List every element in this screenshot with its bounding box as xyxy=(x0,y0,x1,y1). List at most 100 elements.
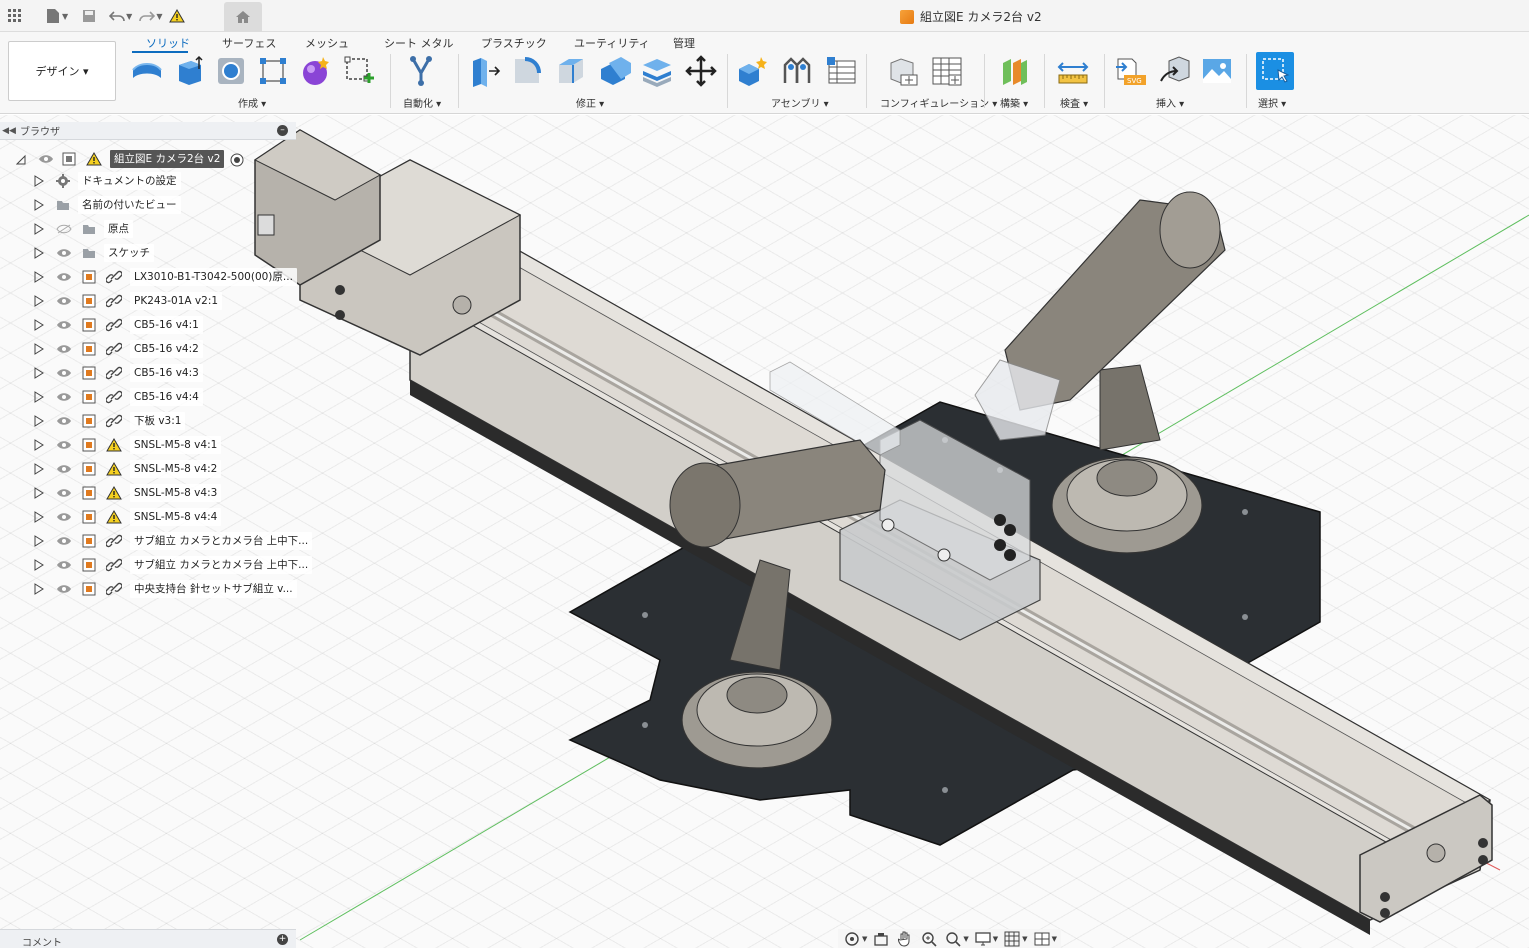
insert-derive-icon[interactable] xyxy=(1158,54,1192,88)
home-tab[interactable] xyxy=(224,2,262,32)
tree-row[interactable]: CB5-16 v4:2 xyxy=(0,338,300,360)
save-icon[interactable] xyxy=(78,5,100,27)
press-pull-icon[interactable] xyxy=(468,54,502,88)
expand-arrow-icon[interactable] xyxy=(34,415,44,427)
canvas-image-icon[interactable] xyxy=(1200,54,1234,88)
tree-row[interactable]: 原点 xyxy=(0,218,300,240)
camera-arm-rear[interactable] xyxy=(1099,364,1161,451)
construct-group-label[interactable]: 構築 ▾ xyxy=(1000,95,1028,110)
expand-arrow-icon[interactable] xyxy=(34,391,44,403)
visibility-eye-icon[interactable] xyxy=(56,296,72,306)
tab-plastic[interactable]: プラスチック xyxy=(481,35,547,51)
tree-root-row[interactable]: 組立図E カメラ2台 v2 xyxy=(0,148,300,170)
move-icon[interactable] xyxy=(684,54,718,88)
automate-icon[interactable] xyxy=(404,54,438,88)
extrude-icon[interactable] xyxy=(172,54,206,88)
rectangular-pattern-icon[interactable] xyxy=(256,54,290,88)
look-at-icon[interactable] xyxy=(871,931,891,947)
expand-arrow-icon[interactable] xyxy=(34,463,44,475)
activate-radio-icon[interactable] xyxy=(230,153,244,167)
visibility-eye-icon[interactable] xyxy=(56,248,72,258)
select-icon[interactable] xyxy=(1256,52,1294,90)
tree-row[interactable]: CB5-16 v4:4 xyxy=(0,386,300,408)
configure-group-label[interactable]: コンフィギュレーション ▾ xyxy=(880,95,997,110)
visibility-eye-icon[interactable] xyxy=(56,464,72,474)
expand-arrow-icon[interactable] xyxy=(34,367,44,379)
minimize-panel-icon[interactable]: – xyxy=(277,125,288,136)
tree-row[interactable]: 中央支持台 針セットサブ組立 v... xyxy=(0,578,300,600)
add-comment-icon[interactable]: + xyxy=(277,934,288,945)
tree-row[interactable]: CB5-16 v4:1 xyxy=(0,314,300,336)
tree-row[interactable]: LX3010-B1-T3042-500(00)原... xyxy=(0,266,300,288)
grid-settings-icon[interactable] xyxy=(1002,931,1022,947)
expand-arrow-icon[interactable] xyxy=(34,511,44,523)
expand-arrow-icon[interactable] xyxy=(34,535,44,547)
tree-row[interactable]: SNSL-M5-8 v4:4 xyxy=(0,506,300,528)
combine-icon[interactable] xyxy=(640,54,674,88)
measure-icon[interactable] xyxy=(1056,54,1090,88)
visibility-eye-icon[interactable] xyxy=(56,440,72,450)
visibility-eye-icon[interactable] xyxy=(56,536,72,546)
tab-manage[interactable]: 管理 xyxy=(673,35,695,51)
tree-row[interactable]: SNSL-M5-8 v4:1 xyxy=(0,434,300,456)
visibility-eye-icon[interactable] xyxy=(56,560,72,570)
hole-icon[interactable] xyxy=(214,54,248,88)
pan-hand-icon[interactable] xyxy=(895,931,915,947)
tree-row[interactable]: SNSL-M5-8 v4:2 xyxy=(0,458,300,480)
bill-of-materials-icon[interactable] xyxy=(824,54,858,88)
expand-arrow-icon[interactable] xyxy=(34,247,44,259)
form-icon[interactable] xyxy=(298,54,332,88)
tree-row[interactable]: スケッチ xyxy=(0,242,300,264)
viewports-icon[interactable] xyxy=(1032,931,1052,947)
visibility-eye-icon[interactable] xyxy=(56,368,72,378)
warning-icon[interactable] xyxy=(166,5,188,27)
browser-panel-header[interactable]: ◀◀ ブラウザ – xyxy=(0,122,296,140)
expand-arrow-icon[interactable] xyxy=(34,559,44,571)
grid-caret-icon[interactable]: ▼ xyxy=(1022,935,1027,943)
visibility-eye-icon[interactable] xyxy=(56,512,72,522)
visibility-eye-icon[interactable] xyxy=(38,154,54,164)
fit-zoom-icon[interactable] xyxy=(943,931,963,947)
file-menu-icon[interactable] xyxy=(42,5,64,27)
tree-row[interactable]: サブ組立 カメラとカメラ台 上中下... xyxy=(0,530,313,552)
redo-icon[interactable] xyxy=(136,5,158,27)
visibility-eye-icon[interactable] xyxy=(56,320,72,330)
assemble-group-label[interactable]: アセンブリ ▾ xyxy=(771,95,829,110)
expand-arrow-icon[interactable] xyxy=(34,175,44,187)
fillet-icon[interactable] xyxy=(510,54,544,88)
tree-row[interactable]: ドキュメントの設定 xyxy=(0,170,300,192)
collapse-panel-icon[interactable]: ◀◀ xyxy=(0,126,18,136)
tab-mesh[interactable]: メッシュ xyxy=(305,35,349,51)
automate-group-label[interactable]: 自動化 ▾ xyxy=(403,95,441,110)
hidden-eye-icon[interactable] xyxy=(56,224,72,234)
configuration-table-icon[interactable] xyxy=(930,54,964,88)
display-caret-icon[interactable]: ▼ xyxy=(993,935,998,943)
expanded-arrow-icon[interactable] xyxy=(16,153,26,165)
modify-group-label[interactable]: 修正 ▾ xyxy=(576,95,604,110)
configure-icon[interactable] xyxy=(886,54,920,88)
expand-arrow-icon[interactable] xyxy=(34,271,44,283)
create-group-label[interactable]: 作成 ▾ xyxy=(238,95,266,110)
shell-icon[interactable] xyxy=(598,54,632,88)
visibility-eye-icon[interactable] xyxy=(56,344,72,354)
expand-arrow-icon[interactable] xyxy=(34,439,44,451)
expand-arrow-icon[interactable] xyxy=(34,343,44,355)
insert-group-label[interactable]: 挿入 ▾ xyxy=(1156,95,1184,110)
workspace-switcher[interactable]: デザイン ▾ xyxy=(8,41,116,101)
inspect-group-label[interactable]: 検査 ▾ xyxy=(1060,95,1088,110)
viewports-caret-icon[interactable]: ▼ xyxy=(1052,935,1057,943)
expand-arrow-icon[interactable] xyxy=(34,295,44,307)
visibility-eye-icon[interactable] xyxy=(56,272,72,282)
tree-row[interactable]: CB5-16 v4:3 xyxy=(0,362,300,384)
tab-utilities[interactable]: ユーティリティ xyxy=(574,35,650,51)
zoom-icon[interactable] xyxy=(919,931,939,947)
tree-row[interactable]: SNSL-M5-8 v4:3 xyxy=(0,482,300,504)
visibility-eye-icon[interactable] xyxy=(56,392,72,402)
app-grid-icon[interactable] xyxy=(4,5,26,27)
expand-arrow-icon[interactable] xyxy=(34,487,44,499)
expand-arrow-icon[interactable] xyxy=(34,199,44,211)
orbit-icon[interactable] xyxy=(842,931,862,947)
new-component-icon[interactable] xyxy=(130,54,164,88)
expand-arrow-icon[interactable] xyxy=(34,223,44,235)
joint-icon[interactable] xyxy=(780,54,814,88)
